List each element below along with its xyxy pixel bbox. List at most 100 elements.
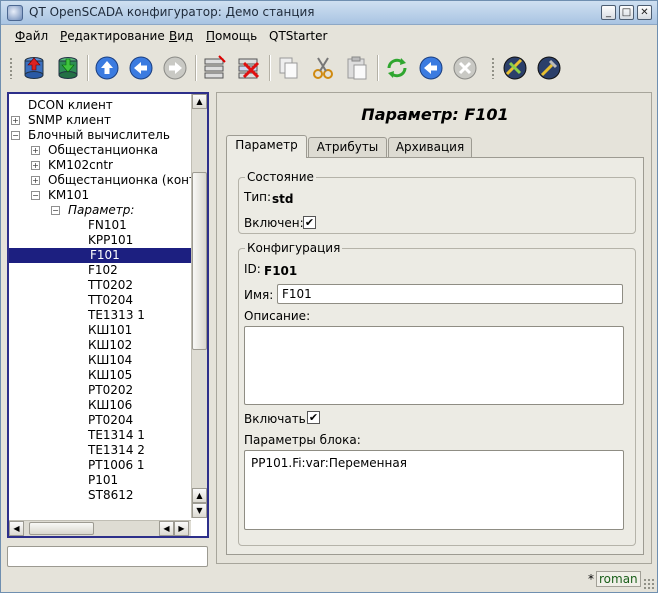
maximize-button[interactable]: □	[619, 5, 634, 20]
tab-parameter[interactable]: Параметр	[226, 135, 307, 158]
tree-item-label: TE1313 1	[88, 308, 145, 322]
scroll-up-arrow-icon[interactable]: ▲	[192, 94, 207, 109]
paste-icon[interactable]	[344, 55, 370, 81]
menu-edit[interactable]: Редактирование	[60, 29, 165, 43]
tree-item[interactable]: ST8612	[9, 488, 191, 503]
collapse-icon[interactable]: −	[51, 206, 60, 215]
tree-item[interactable]: PT1006 1	[9, 458, 191, 473]
expand-icon[interactable]: +	[31, 161, 40, 170]
tree-item[interactable]: + Общестанционка	[9, 143, 191, 158]
tree-item[interactable]: − Параметр:	[9, 203, 191, 218]
stop-icon[interactable]	[452, 55, 478, 81]
menu-file-label: айл	[25, 29, 49, 43]
forward-icon[interactable]	[162, 55, 188, 81]
scroll-left-arrow-icon[interactable]: ◀	[9, 521, 24, 536]
tree-item[interactable]: PT0204	[9, 413, 191, 428]
menu-view[interactable]: Вид	[169, 29, 193, 43]
tree-item[interactable]: + Общестанционка (контр)	[9, 173, 191, 188]
tree-item[interactable]: КШ106	[9, 398, 191, 413]
up-icon[interactable]	[94, 55, 120, 81]
content-panel: Параметр: F101 Параметр Атрибуты Архивац…	[216, 92, 652, 564]
tree-item-label: FN101	[88, 218, 127, 232]
title-bar[interactable]: QT OpenSCADA конфигуратор: Демо станция …	[1, 1, 657, 25]
tree-item[interactable]: TE1313 1	[9, 308, 191, 323]
enabled-checkbox[interactable]: ✔	[303, 216, 316, 229]
toolbar-separator	[269, 55, 271, 81]
menu-file-mnemonic: Ф	[15, 29, 26, 43]
tree-item[interactable]: КШ102	[9, 338, 191, 353]
back-icon[interactable]	[128, 55, 154, 81]
block-params-textarea[interactable]: PP101.Fi:var:Переменная	[244, 450, 624, 530]
tree-item-label: KM101	[48, 188, 90, 202]
toolbar-grip[interactable]	[491, 57, 495, 79]
name-input[interactable]: F101	[277, 284, 623, 304]
enable-label: Включать:	[244, 412, 310, 426]
tab-archiving[interactable]: Архивация	[388, 137, 472, 158]
db-load-icon[interactable]	[21, 55, 47, 81]
menu-edit-label: едактирование	[67, 29, 165, 43]
horizontal-scroll-thumb[interactable]	[29, 522, 94, 535]
menu-qtstarter[interactable]: QTStarter	[269, 29, 327, 43]
tree-item[interactable]: − KM101	[9, 188, 191, 203]
menu-view-mnemonic: В	[169, 29, 178, 43]
tree-item[interactable]: F101	[9, 248, 191, 263]
tree-item-label: SNMP клиент	[28, 113, 111, 127]
tree-item[interactable]: + KM102cntr	[9, 158, 191, 173]
tree-item[interactable]: TT0202	[9, 278, 191, 293]
language-indicator[interactable]: roman	[596, 571, 641, 587]
tree-item[interactable]: + SNMP клиент	[9, 113, 191, 128]
tree-item[interactable]: − Блочный вычислитель	[9, 128, 191, 143]
scroll-right-arrow-icon[interactable]: ▶	[174, 521, 189, 536]
toolbar-grip[interactable]	[9, 57, 13, 79]
tree-item[interactable]: TE1314 1	[9, 428, 191, 443]
tree-vertical-scrollbar[interactable]: ▲ ▲ ▼	[191, 94, 207, 518]
tree-item[interactable]: KPP101	[9, 233, 191, 248]
delete-item-icon[interactable]	[236, 55, 262, 81]
close-button[interactable]: ✕	[637, 5, 652, 20]
tree-item[interactable]: TT0204	[9, 293, 191, 308]
tree-item[interactable]: F102	[9, 263, 191, 278]
scroll-up-arrow-icon[interactable]: ▲	[192, 488, 207, 503]
tree-item[interactable]: КШ101	[9, 323, 191, 338]
start-icon[interactable]	[418, 55, 444, 81]
copy-icon[interactable]	[276, 55, 302, 81]
menu-file[interactable]: Файл	[15, 29, 48, 43]
cut-icon[interactable]	[310, 55, 336, 81]
tree-item[interactable]: P101	[9, 473, 191, 488]
description-label: Описание:	[244, 309, 311, 323]
ui-module-1-icon[interactable]	[502, 55, 528, 81]
tree-item[interactable]: TE1314 2	[9, 443, 191, 458]
status-bar: * roman	[1, 569, 657, 592]
menu-help[interactable]: Помощь	[206, 29, 257, 43]
collapse-icon[interactable]: −	[31, 191, 40, 200]
minimize-button[interactable]: _	[601, 5, 616, 20]
resize-grip-icon[interactable]	[643, 578, 655, 590]
vertical-scroll-thumb[interactable]	[192, 172, 207, 350]
navigation-tree-panel[interactable]: DCON клиент + SNMP клиент − Блочный вычислит…	[7, 92, 209, 538]
tree-item[interactable]: DCON клиент	[9, 98, 191, 113]
tree-item-label: КШ105	[88, 368, 133, 382]
expand-icon[interactable]: +	[31, 176, 40, 185]
collapse-icon[interactable]: −	[11, 131, 20, 140]
add-item-icon[interactable]	[202, 55, 228, 81]
enable-checkbox[interactable]: ✔	[307, 411, 320, 424]
tree-item[interactable]: КШ105	[9, 368, 191, 383]
tab-attributes[interactable]: Атрибуты	[308, 137, 387, 158]
refresh-icon[interactable]	[384, 55, 410, 81]
navigation-tree[interactable]: DCON клиент + SNMP клиент − Блочный вычислит…	[9, 94, 191, 518]
tree-item[interactable]: КШ104	[9, 353, 191, 368]
scroll-down-arrow-icon[interactable]: ▼	[192, 503, 207, 518]
type-label: Тип:	[244, 190, 272, 204]
toolbar-separator	[195, 55, 197, 81]
tree-item-label: P101	[88, 473, 119, 487]
ui-module-2-icon[interactable]	[536, 55, 562, 81]
expand-icon[interactable]: +	[11, 116, 20, 125]
description-textarea[interactable]	[244, 326, 624, 405]
tree-filter-input[interactable]	[7, 546, 208, 567]
expand-icon[interactable]: +	[31, 146, 40, 155]
scroll-left-arrow-icon[interactable]: ◀	[159, 521, 174, 536]
tree-horizontal-scrollbar[interactable]: ◀ ◀ ▶	[9, 520, 191, 536]
tree-item[interactable]: PT0202	[9, 383, 191, 398]
tree-item[interactable]: FN101	[9, 218, 191, 233]
db-save-icon[interactable]	[55, 55, 81, 81]
